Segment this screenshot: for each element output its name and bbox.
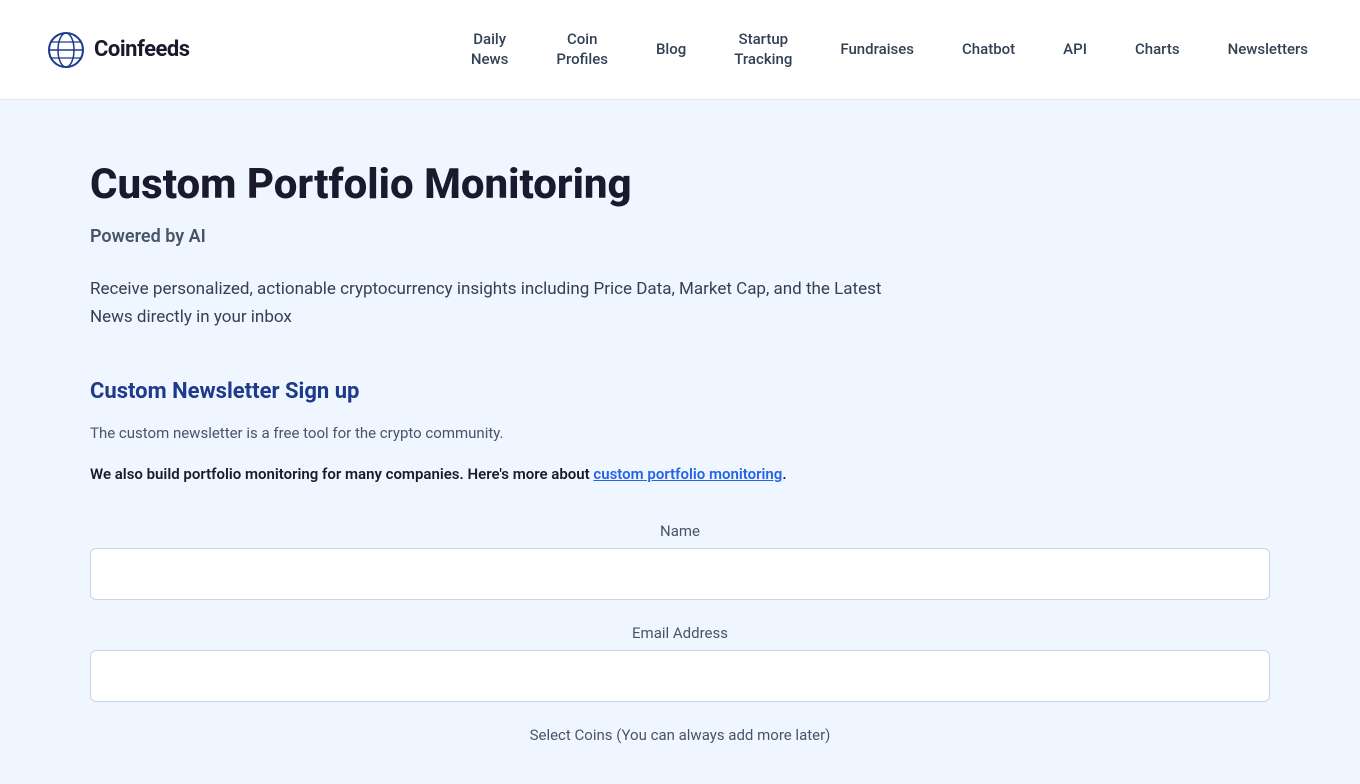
site-header: Coinfeeds DailyNews CoinProfiles Blog St… [0, 0, 1360, 100]
nav-coin-profiles[interactable]: CoinProfiles [552, 22, 612, 77]
nav-charts[interactable]: Charts [1131, 32, 1184, 68]
build-text: We also build portfolio monitoring for m… [90, 462, 1270, 486]
nav-newsletters[interactable]: Newsletters [1224, 32, 1312, 68]
signup-form: Name Email Address Select Coins (You can… [90, 522, 1270, 744]
custom-portfolio-link[interactable]: custom portfolio monitoring [593, 465, 782, 483]
nav-fundraises[interactable]: Fundraises [836, 32, 918, 68]
free-tool-text: The custom newsletter is a free tool for… [90, 424, 1270, 442]
main-nav: DailyNews CoinProfiles Blog StartupTrack… [467, 22, 1312, 77]
email-input[interactable] [90, 650, 1270, 702]
nav-blog[interactable]: Blog [652, 32, 690, 68]
email-label: Email Address [90, 624, 1270, 642]
nav-api[interactable]: API [1059, 32, 1091, 68]
email-field-wrapper: Email Address [90, 624, 1270, 702]
main-content: Custom Portfolio Monitoring Powered by A… [30, 100, 1330, 784]
page-title: Custom Portfolio Monitoring [90, 160, 1270, 210]
logo-text: Coinfeeds [94, 37, 190, 62]
name-label: Name [90, 522, 1270, 540]
logo-icon [48, 32, 84, 68]
page-description: Receive personalized, actionable cryptoc… [90, 275, 910, 331]
name-input[interactable] [90, 548, 1270, 600]
nav-chatbot[interactable]: Chatbot [958, 32, 1019, 68]
nav-daily-news[interactable]: DailyNews [467, 22, 513, 77]
build-text-after: . [782, 465, 786, 483]
section-title: Custom Newsletter Sign up [90, 379, 1270, 404]
select-coins-label: Select Coins (You can always add more la… [90, 726, 1270, 744]
name-field-wrapper: Name [90, 522, 1270, 600]
powered-by-label: Powered by AI [90, 226, 1270, 247]
build-text-before: We also build portfolio monitoring for m… [90, 465, 593, 483]
nav-startup-tracking[interactable]: StartupTracking [730, 22, 796, 77]
logo[interactable]: Coinfeeds [48, 32, 190, 68]
